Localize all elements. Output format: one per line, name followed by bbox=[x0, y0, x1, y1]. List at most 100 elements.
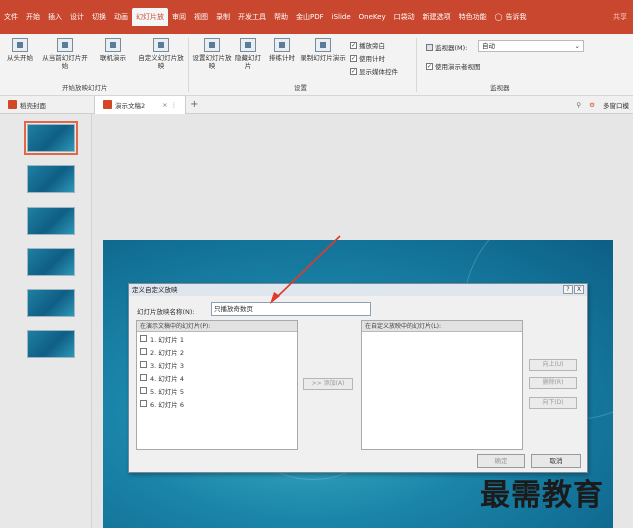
group-label-setup: 设置 bbox=[294, 84, 307, 92]
delete-button[interactable]: 删除(R) bbox=[529, 377, 577, 389]
list-item[interactable]: 2. 幻灯片 2 bbox=[137, 345, 297, 358]
checkbox-icon[interactable] bbox=[140, 361, 147, 368]
checkbox-icon[interactable] bbox=[140, 400, 147, 407]
dialog-title: 定义自定义放映 bbox=[129, 284, 587, 296]
tab-view[interactable]: 视图 bbox=[190, 8, 212, 26]
online-present-icon bbox=[105, 38, 121, 52]
record-icon bbox=[315, 38, 331, 52]
tab-islide[interactable]: iSlide bbox=[328, 8, 355, 26]
setup-slideshow-button[interactable]: 设置幻灯片放映 bbox=[192, 38, 232, 70]
add-button[interactable]: >> 添加(A) bbox=[303, 378, 353, 390]
play-narration-checkbox[interactable]: ✓ 播放旁白 bbox=[350, 40, 385, 50]
tab-design[interactable]: 设计 bbox=[66, 8, 88, 26]
presenter-view-checkbox[interactable]: ✓ 使用演示者视图 bbox=[426, 61, 481, 71]
group-label-monitor: 监视器 bbox=[490, 84, 510, 92]
checkbox-checked-icon: ✓ bbox=[350, 67, 357, 75]
cancel-button[interactable]: 取消 bbox=[531, 454, 581, 468]
help-button[interactable]: ? bbox=[563, 285, 573, 294]
tab-features[interactable]: 特色功能 bbox=[455, 8, 491, 26]
from-start-button[interactable]: 从头开始 bbox=[2, 38, 38, 62]
ppt-file-icon bbox=[8, 100, 17, 109]
from-current-button[interactable]: 从当前幻灯片开始 bbox=[40, 38, 90, 70]
list-item[interactable]: 4. 幻灯片 4 bbox=[137, 371, 297, 384]
tab-slideshow[interactable]: 幻灯片放 bbox=[132, 8, 168, 26]
use-timings-checkbox[interactable]: ✓ 使用计时 bbox=[350, 53, 385, 63]
online-present-button[interactable]: 联机演示 bbox=[94, 38, 132, 62]
tab-animations[interactable]: 动画 bbox=[110, 8, 132, 26]
hide-slide-icon bbox=[240, 38, 256, 52]
slide-thumbnail-pane bbox=[0, 114, 92, 528]
multi-window-button[interactable]: 多窗口模 bbox=[603, 100, 629, 110]
doc-tab-daoke[interactable]: 稻壳封面 bbox=[0, 96, 54, 114]
search-icon[interactable]: ⚲ bbox=[576, 101, 581, 109]
new-tab-icon[interactable]: + bbox=[190, 99, 198, 110]
ribbon-divider bbox=[416, 38, 417, 92]
checkbox-icon[interactable] bbox=[140, 348, 147, 355]
slideshow-start-icon bbox=[12, 38, 28, 52]
slideshow-current-icon bbox=[57, 38, 73, 52]
tab-file[interactable]: 文件 bbox=[0, 8, 22, 26]
list-item[interactable]: 6. 幻灯片 6 bbox=[137, 397, 297, 410]
custom-slideshow-button[interactable]: 自定义幻灯片放映 bbox=[138, 38, 184, 70]
doc-tab-presentation2[interactable]: 演示文稿2 × ⋮ bbox=[94, 95, 187, 114]
doc-strip-right: ⚲ ⚙ 多窗口模 bbox=[576, 100, 633, 110]
lightbulb-icon: ◯ bbox=[494, 13, 503, 21]
slide-thumbnail[interactable] bbox=[27, 289, 75, 317]
rehearse-timings-button[interactable]: 排练计时 bbox=[266, 38, 298, 62]
list-item[interactable]: 3. 幻灯片 3 bbox=[137, 358, 297, 371]
tab-review[interactable]: 审阅 bbox=[168, 8, 190, 26]
tell-me-search[interactable]: ◯ 告诉我 bbox=[495, 12, 527, 22]
document-tab-strip: 稻壳封面 演示文稿2 × ⋮ + ⚲ ⚙ 多窗口模 bbox=[0, 95, 633, 114]
tab-pocket[interactable]: 口袋动 bbox=[390, 8, 419, 26]
slide-thumbnail[interactable] bbox=[27, 330, 75, 358]
show-media-controls-checkbox[interactable]: ✓ 显示媒体控件 bbox=[350, 66, 398, 76]
custom-slideshow-icon bbox=[153, 38, 169, 52]
record-slideshow-button[interactable]: 录制幻灯片演示 bbox=[300, 38, 346, 62]
group-label-start: 开始放映幻灯片 bbox=[62, 84, 108, 92]
close-button[interactable]: X bbox=[574, 285, 584, 294]
slide-thumbnail[interactable] bbox=[27, 248, 75, 276]
checkbox-checked-icon: ✓ bbox=[350, 54, 357, 62]
move-down-button[interactable]: 向下(D) bbox=[529, 397, 577, 409]
ribbon-panel: 从头开始 从当前幻灯片开始 联机演示 自定义幻灯片放映 开始放映幻灯片 设置幻灯… bbox=[0, 34, 633, 96]
tab-pdf[interactable]: 金山PDF bbox=[292, 8, 328, 26]
checkbox-icon[interactable] bbox=[140, 374, 147, 381]
presentation-slides-list[interactable]: 在演示文稿中的幻灯片(P): 1. 幻灯片 1 2. 幻灯片 2 3. 幻灯片 … bbox=[136, 320, 298, 450]
checkbox-icon[interactable] bbox=[140, 335, 147, 342]
checkbox-icon[interactable] bbox=[140, 387, 147, 394]
slide-thumbnail[interactable] bbox=[27, 165, 75, 193]
tab-record[interactable]: 录制 bbox=[212, 8, 234, 26]
settings-icon[interactable]: ⚙ bbox=[589, 101, 595, 109]
tab-home[interactable]: 开始 bbox=[22, 8, 44, 26]
watermark-logo: 最需教育 bbox=[480, 478, 604, 513]
tab-insert[interactable]: 插入 bbox=[44, 8, 66, 26]
stopwatch-icon bbox=[274, 38, 290, 52]
tab-new[interactable]: 新建选项 bbox=[419, 8, 455, 26]
setup-slideshow-icon bbox=[204, 38, 220, 52]
slide-thumbnail[interactable] bbox=[27, 207, 75, 235]
ok-button[interactable]: 确定 bbox=[477, 454, 525, 468]
tab-onekey[interactable]: OneKey bbox=[355, 8, 390, 26]
list-item[interactable]: 1. 幻灯片 1 bbox=[137, 332, 297, 345]
ppt-file-icon bbox=[103, 100, 112, 109]
monitor-select[interactable]: 自动 ⌄ bbox=[478, 40, 584, 52]
share-button[interactable]: 共享 bbox=[613, 12, 633, 22]
list-item[interactable]: 5. 幻灯片 5 bbox=[137, 384, 297, 397]
custom-show-slides-list[interactable]: 在自定义放映中的幻灯片(L): bbox=[361, 320, 523, 450]
monitor-label: 监视器(M): bbox=[426, 42, 467, 52]
chevron-down-icon: ⌄ bbox=[574, 42, 580, 50]
monitor-icon bbox=[426, 43, 433, 51]
tab-help[interactable]: 帮助 bbox=[270, 8, 292, 26]
dialog-title-controls: ? X bbox=[563, 285, 584, 294]
close-icon[interactable]: × bbox=[162, 101, 167, 109]
tab-developer[interactable]: 开发工具 bbox=[234, 8, 270, 26]
show-name-input[interactable]: 只播放奇数页 bbox=[211, 302, 371, 316]
move-up-button[interactable]: 向上(U) bbox=[529, 359, 577, 371]
tab-transitions[interactable]: 切换 bbox=[88, 8, 110, 26]
slide-thumbnail[interactable] bbox=[24, 121, 78, 155]
hide-slide-button[interactable]: 隐藏幻灯片 bbox=[234, 38, 262, 70]
define-custom-show-dialog: 定义自定义放映 ? X 幻灯片放映名称(N): 只播放奇数页 在演示文稿中的幻灯… bbox=[128, 283, 588, 473]
checkbox-checked-icon: ✓ bbox=[350, 41, 357, 49]
checkbox-checked-icon: ✓ bbox=[426, 62, 433, 70]
dropdown-icon[interactable]: ⋮ bbox=[171, 101, 178, 109]
